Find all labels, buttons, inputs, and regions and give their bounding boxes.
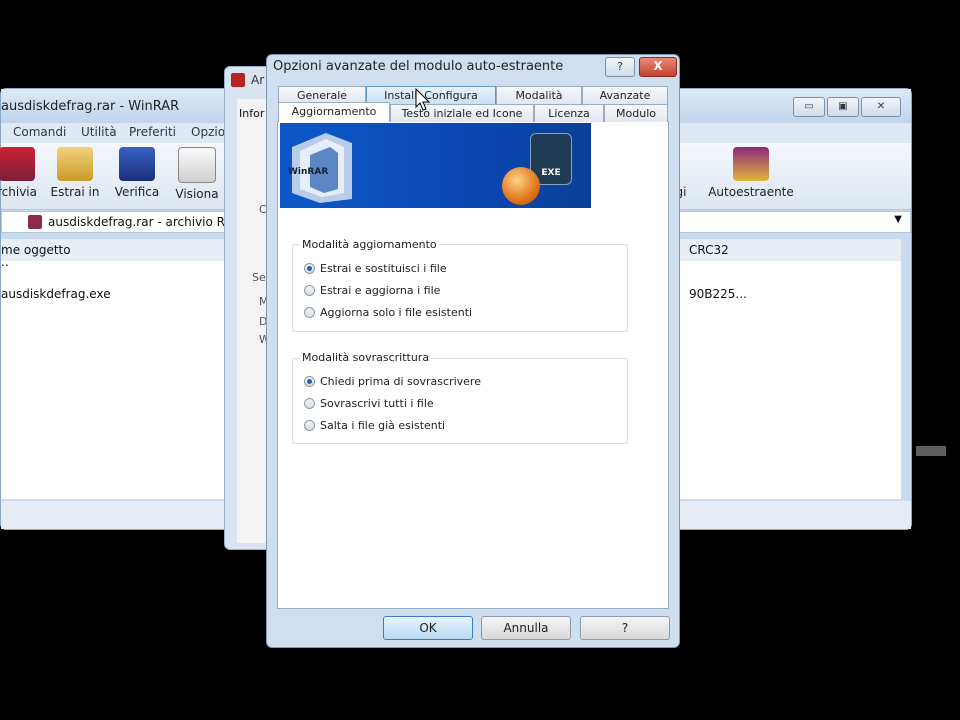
update-mode-title: Modalità aggiornamento — [300, 238, 439, 251]
radio-label: Sovrascrivi tutti i file — [320, 397, 434, 410]
menu-preferiti[interactable]: Preferiti — [129, 125, 176, 139]
winrar-books-icon — [292, 133, 352, 203]
radio-chiedi[interactable]: Chiedi prima di sovrascrivere — [304, 375, 481, 388]
radio-button[interactable] — [304, 398, 315, 409]
extract-folder-icon — [57, 147, 93, 181]
radio-button[interactable] — [304, 307, 315, 318]
list-item[interactable]: .. — [1, 255, 9, 269]
dialog-title: Opzioni avanzate del modulo auto-estraen… — [273, 59, 564, 74]
tool-label: Verifica — [114, 185, 160, 199]
tool-label: Estrai in — [50, 185, 100, 199]
maximize-button[interactable]: ▣ — [827, 97, 859, 117]
letterbox-bottom — [0, 664, 960, 720]
winrar-icon — [231, 73, 245, 87]
tool-estrai[interactable]: Estrai in — [43, 147, 107, 199]
tool-archivia[interactable]: rchivia — [0, 147, 49, 199]
overwrite-mode-title: Modalità sovrascrittura — [300, 351, 432, 364]
close-button[interactable]: ✕ — [861, 97, 901, 117]
list-item[interactable]: ausdiskdefrag.exe — [1, 287, 111, 301]
tool-autoestraente[interactable]: Autoestraente — [707, 147, 795, 199]
radio-sovrascrivi-tutti[interactable]: Sovrascrivi tutti i file — [304, 397, 434, 410]
minimize-button[interactable]: ▭ — [793, 97, 825, 117]
radio-estrai-aggiorna[interactable]: Estrai e aggiorna i file — [304, 284, 440, 297]
radio-salta-esistenti[interactable]: Salta i file già esistenti — [304, 419, 445, 432]
verify-icon — [119, 147, 155, 181]
radio-label: Salta i file già esistenti — [320, 419, 446, 432]
tool-label: Autoestraente — [708, 185, 794, 199]
help-title-button[interactable]: ? — [605, 57, 635, 77]
radio-estrai-sostituisci[interactable]: Estrai e sostituisci i file — [304, 262, 447, 275]
sfx-icon — [733, 147, 769, 181]
radio-button[interactable] — [304, 420, 315, 431]
menu-opzioni[interactable]: Opzio — [191, 125, 225, 139]
banner-winrar-text: WinRAR — [288, 167, 329, 177]
letterbox-top — [0, 0, 960, 56]
radio-aggiorna-esistenti[interactable]: Aggiorna solo i file esistenti — [304, 306, 472, 319]
view-glasses-icon — [178, 147, 216, 183]
radio-label: Estrai e aggiorna i file — [320, 284, 441, 297]
radio-label: Aggiorna solo i file esistenti — [320, 306, 473, 319]
ok-button[interactable]: OK — [383, 616, 473, 640]
tab-info[interactable]: Infor — [239, 107, 264, 120]
radio-button[interactable] — [304, 285, 315, 296]
tool-label: rchivia — [0, 185, 37, 199]
dialog-close-button[interactable]: X — [639, 57, 677, 77]
archive-icon — [0, 147, 35, 181]
path-text: ausdiskdefrag.rar - archivio R — [48, 215, 225, 229]
tab-testo-icone[interactable]: Testo iniziale ed Icone — [390, 104, 534, 122]
radio-label: Chiedi prima di sovrascrivere — [320, 375, 481, 388]
tool-verifica[interactable]: Verifica — [105, 147, 169, 199]
menu-utilita[interactable]: Utilità — [81, 125, 117, 139]
tab-licenza[interactable]: Licenza — [534, 104, 604, 122]
winrar-banner: WinRAR EXE — [280, 123, 591, 208]
menu-comandi[interactable]: Comandi — [13, 125, 66, 139]
cancel-button[interactable]: Annulla — [481, 616, 571, 640]
tab-modulo[interactable]: Modulo — [604, 104, 668, 122]
radio-button[interactable] — [304, 263, 315, 274]
tab-avanzate[interactable]: Avanzate — [582, 86, 668, 104]
dropdown-arrow-icon[interactable]: ▼ — [894, 214, 902, 225]
winrar-title: ausdiskdefrag.rar - WinRAR — [1, 99, 180, 114]
tab-aggiornamento[interactable]: Aggiornamento — [278, 102, 390, 122]
list-item-crc: 90B225... — [689, 287, 747, 301]
background-edge — [916, 446, 946, 456]
archive-dialog-title: Ar — [251, 73, 265, 87]
radio-button[interactable] — [304, 376, 315, 387]
tool-visiona[interactable]: Visiona — [165, 147, 229, 201]
radio-label: Estrai e sostituisci i file — [320, 262, 447, 275]
column-crc[interactable]: CRC32 — [689, 243, 729, 257]
rar-icon — [28, 215, 42, 229]
orange-orb-icon — [502, 167, 540, 205]
help-button[interactable]: ? — [580, 616, 670, 640]
column-name[interactable]: me oggetto — [1, 243, 71, 257]
tab-modalita[interactable]: Modalità — [496, 86, 582, 104]
tool-label: Visiona — [175, 187, 219, 201]
fragment: Se — [252, 271, 266, 284]
